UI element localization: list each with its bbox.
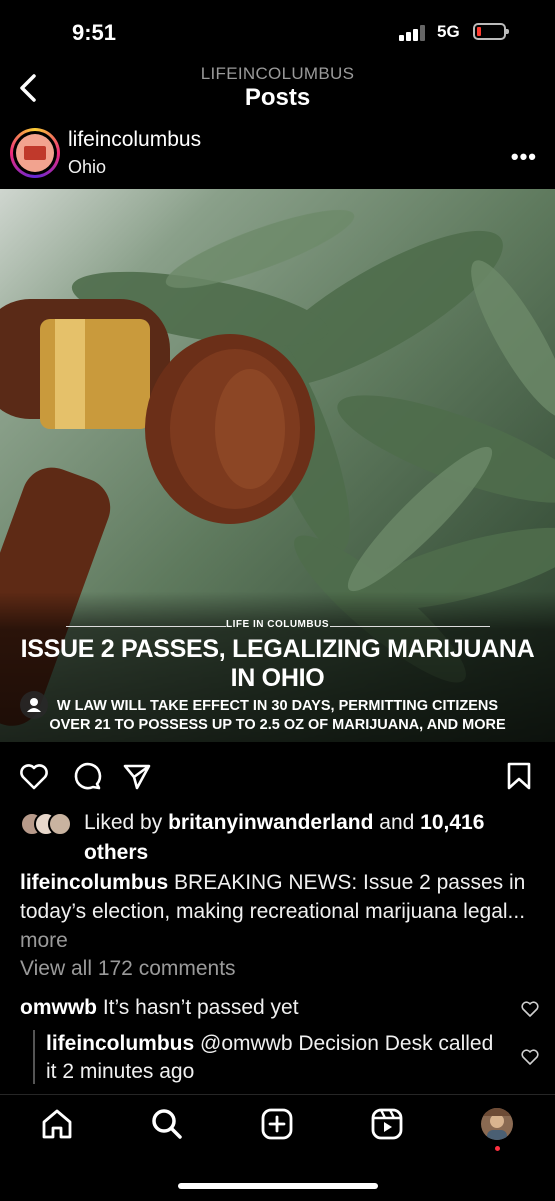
comment-icon[interactable] <box>71 760 103 792</box>
avatar[interactable] <box>10 128 60 178</box>
nav-header: LIFEINCOLUMBUS Posts <box>0 62 555 118</box>
profile-icon[interactable] <box>481 1108 513 1140</box>
battery-icon <box>473 23 509 40</box>
account-name: LIFEINCOLUMBUS <box>200 64 355 83</box>
post-username[interactable]: lifeincolumbus <box>68 128 201 152</box>
bookmark-icon[interactable] <box>503 760 535 792</box>
likes-suffix[interactable]: others <box>84 841 148 864</box>
likes-count[interactable]: 10,416 <box>420 811 484 834</box>
notification-dot <box>495 1146 500 1151</box>
image-headline-line2: IN OHIO <box>230 664 325 692</box>
page-title: Posts <box>244 84 311 111</box>
comment-item: omwwb It’s hasn’t passed yet <box>20 994 500 1022</box>
network-label: 5G <box>437 22 460 41</box>
liker-avatars <box>20 812 80 836</box>
post-image[interactable]: LIFE IN COLUMBUS ISSUE 2 PASSES, LEGALIZ… <box>0 189 555 742</box>
reels-icon[interactable] <box>370 1107 404 1141</box>
liker-username[interactable]: britanyinwanderland <box>168 811 373 834</box>
image-sub-line2: OVER 21 TO POSSESS UP TO 2.5 OZ OF MARIJ… <box>49 717 506 733</box>
status-bar: 9:51 5G <box>0 0 555 62</box>
tagged-user-icon[interactable] <box>20 691 48 719</box>
post-header: lifeincolumbus Ohio ••• <box>0 122 555 186</box>
image-headline-line1: ISSUE 2 PASSES, LEGALIZING MARIJUANA <box>20 635 535 663</box>
likes-row[interactable]: Liked by britanyinwanderland and 10,416 … <box>0 808 555 864</box>
post-location[interactable]: Ohio <box>68 157 106 178</box>
comment-text: It’s hasn’t passed yet <box>102 996 299 1019</box>
share-icon[interactable] <box>121 760 153 792</box>
post-actions <box>0 752 555 798</box>
reply-item: lifeincolumbus @omwwb Decision Desk call… <box>46 1030 496 1086</box>
reply-thread-line <box>33 1030 35 1084</box>
caption-more-link[interactable]: more <box>20 929 68 952</box>
image-headline: ISSUE 2 PASSES, LEGALIZING MARIJUANA IN … <box>0 635 555 693</box>
heart-icon[interactable] <box>18 760 50 792</box>
signal-icon <box>399 25 427 41</box>
post-caption: lifeincolumbus BREAKING NEWS: Issue 2 pa… <box>20 868 540 955</box>
likes-prefix: Liked by <box>84 811 163 834</box>
image-subheadline: W LAW WILL TAKE EFFECT IN 30 DAYS, PERMI… <box>0 697 555 735</box>
likes-conj: and <box>379 811 415 834</box>
search-icon[interactable] <box>150 1107 184 1141</box>
comment-like-icon[interactable] <box>521 1001 539 1017</box>
status-time: 9:51 <box>72 20 117 45</box>
home-icon[interactable] <box>40 1107 74 1141</box>
reply-like-icon[interactable] <box>521 1049 539 1065</box>
comment-username[interactable]: omwwb <box>20 996 97 1019</box>
reply-username[interactable]: lifeincolumbus <box>46 1032 194 1055</box>
home-indicator <box>178 1183 378 1189</box>
image-brand: LIFE IN COLUMBUS <box>226 619 329 630</box>
image-sub-line1: W LAW WILL TAKE EFFECT IN 30 DAYS, PERMI… <box>56 698 499 714</box>
likes-text: Liked by britanyinwanderland and 10,416 … <box>84 808 544 868</box>
view-all-comments-link[interactable]: View all 172 comments <box>20 957 236 981</box>
avatar <box>48 812 72 836</box>
more-icon[interactable]: ••• <box>511 144 537 170</box>
caption-username[interactable]: lifeincolumbus <box>20 871 168 894</box>
create-icon[interactable] <box>260 1107 294 1141</box>
